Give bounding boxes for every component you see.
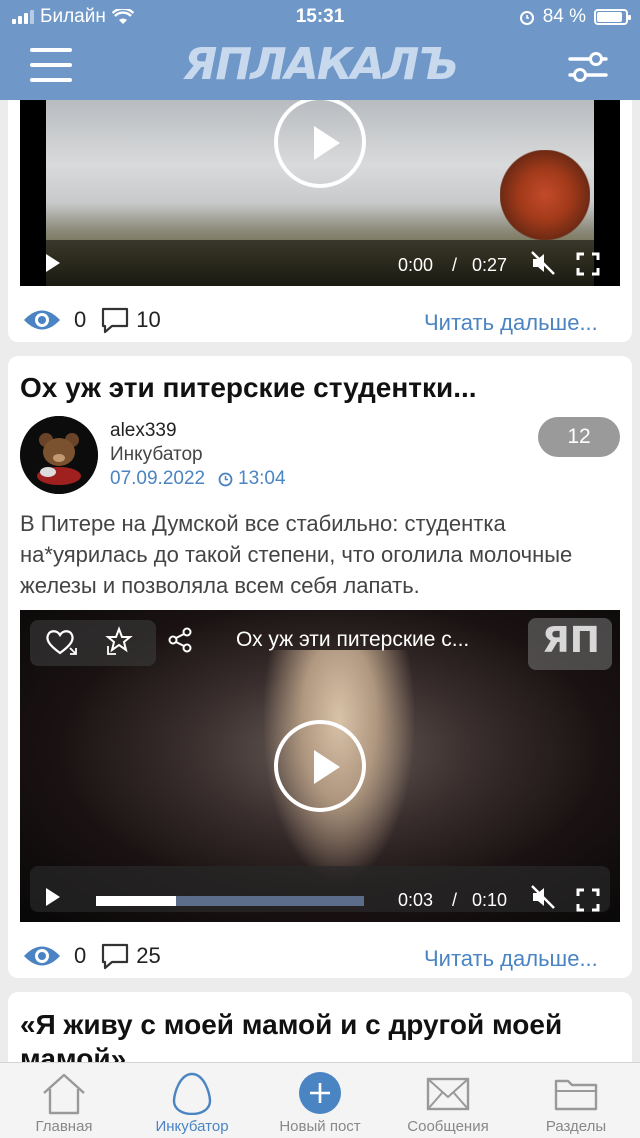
views-count: 0 (74, 307, 87, 332)
tab-label: Инкубатор (155, 1118, 229, 1135)
comments-count[interactable]: 25 (136, 943, 160, 969)
battery-fill (597, 12, 623, 22)
comments-count[interactable]: 10 (136, 307, 160, 333)
tab-label: Сообщения (407, 1118, 489, 1135)
eye-icon (24, 946, 60, 966)
tab-incubator[interactable]: Инкубатор (128, 1063, 256, 1138)
clock-icon (218, 472, 233, 487)
author-name[interactable]: alex339 (110, 420, 177, 442)
fullscreen-icon[interactable] (576, 888, 600, 912)
post-stats: 0 10 (22, 306, 161, 334)
share-icon[interactable] (166, 626, 194, 654)
author-rank: Инкубатор (110, 444, 203, 465)
envelope-icon (426, 1077, 470, 1111)
menu-icon[interactable] (30, 48, 72, 82)
current-time: 0:03 (398, 890, 434, 910)
current-time: 0:00 (398, 255, 434, 275)
video-player[interactable]: Ох уж эти питерские с... ЯП 0:03 / 0:10 (20, 610, 620, 922)
eye-icon (24, 310, 60, 330)
progress-fill (96, 896, 177, 906)
mute-icon[interactable] (530, 250, 556, 276)
status-right: 84 % (519, 6, 631, 28)
home-icon (43, 1073, 85, 1115)
tab-label: Новый пост (279, 1118, 361, 1135)
comment-icon[interactable] (100, 306, 130, 334)
time-separator: / (452, 890, 458, 910)
like-heart-icon[interactable] (44, 626, 80, 658)
bear-avatar-icon (20, 416, 98, 494)
play-button[interactable] (274, 720, 366, 812)
battery-percent: 84 % (542, 6, 586, 27)
fullscreen-icon[interactable] (576, 252, 600, 276)
post-title[interactable]: Ох уж эти питерские студентки... (20, 372, 477, 404)
progress-track[interactable] (96, 896, 364, 906)
post-text: В Питере на Думской все стабильно: студе… (20, 511, 573, 598)
avatar[interactable] (20, 416, 98, 494)
video-player[interactable]: 0:00 / 0:27 (20, 100, 620, 286)
post-card-2: Ох уж эти питерские студентки... alex339… (8, 356, 632, 978)
tab-new-post[interactable]: Новый пост (256, 1063, 384, 1138)
tab-sections[interactable]: Разделы (512, 1063, 640, 1138)
play-small-icon[interactable] (46, 888, 60, 906)
egg-icon (172, 1072, 212, 1115)
app-header: ЯПЛАКАЛЪ (0, 34, 640, 100)
favorite-star-icon[interactable] (104, 626, 134, 656)
status-bar: Билайн 15:31 84 % (0, 0, 640, 34)
tab-label: Главная (35, 1118, 93, 1135)
post-card-1: 0:00 / 0:27 0 10 Читать дальше... (8, 100, 632, 342)
bottom-tab-bar: Главная Инкубатор Новый пост Сообщения Р… (0, 1062, 640, 1138)
folder-icon (554, 1079, 598, 1111)
watermark-text: ЯП (542, 620, 600, 661)
views-count: 0 (74, 943, 87, 968)
duration: 0:10 (472, 890, 508, 910)
site-logo[interactable]: ЯПЛАКАЛЪ (172, 38, 468, 92)
tab-label: Разделы (545, 1118, 607, 1135)
read-more-link[interactable]: Читать дальше... (424, 310, 598, 336)
video-overlay-title: Ох уж эти питерские с... (236, 628, 470, 651)
post-stats: 0 25 (22, 942, 161, 970)
video-object (500, 150, 590, 240)
time-separator: / (452, 255, 458, 275)
post-date: 07.09.2022 (110, 468, 206, 489)
play-small-icon[interactable] (46, 254, 60, 272)
play-button[interactable] (274, 100, 366, 188)
alarm-icon (519, 11, 534, 25)
battery-icon (594, 9, 631, 25)
comment-icon[interactable] (100, 942, 130, 970)
duration: 0:27 (472, 255, 508, 275)
tab-home[interactable]: Главная (0, 1063, 128, 1138)
read-more-link[interactable]: Читать дальше... (424, 946, 598, 972)
post-time: 13:04 (238, 468, 286, 489)
rating-badge[interactable]: 12 (538, 417, 620, 457)
filter-settings-icon[interactable] (566, 50, 610, 84)
mute-icon[interactable] (530, 884, 556, 910)
plus-circle-icon (299, 1072, 341, 1114)
tab-messages[interactable]: Сообщения (384, 1063, 512, 1138)
post-card-3: «Я живу с моей мамой и с другой моей мам… (8, 992, 632, 1072)
